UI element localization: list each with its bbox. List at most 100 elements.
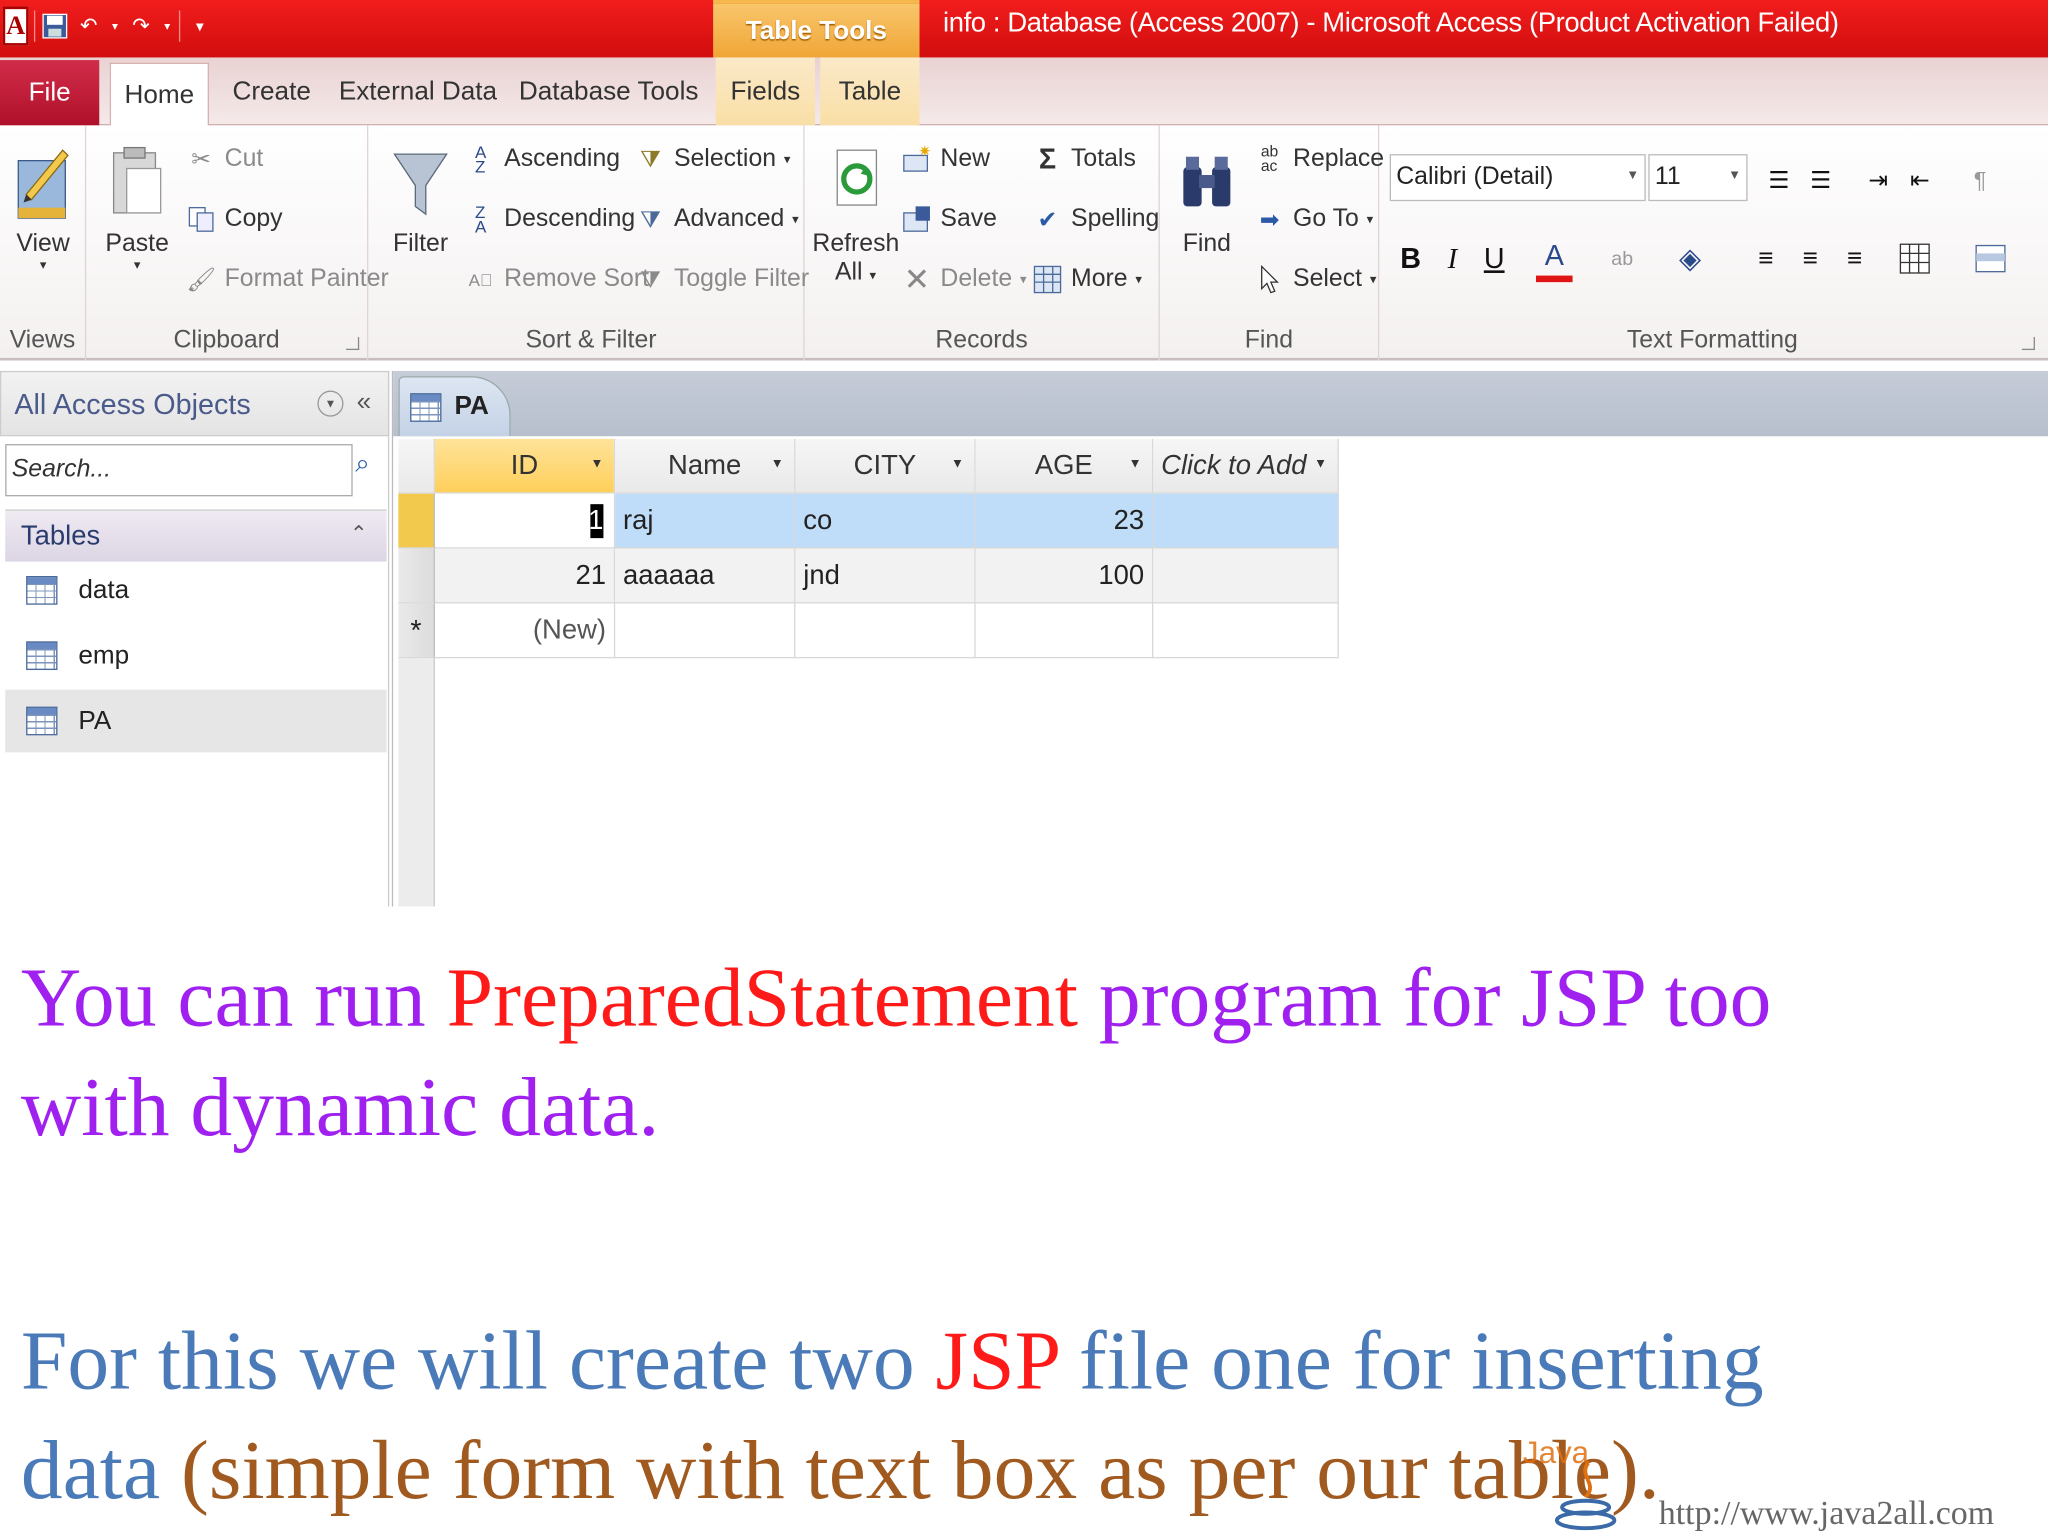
tab-external-data[interactable]: External Data [337,57,499,125]
select-button[interactable]: Select ▾ [1254,256,1376,303]
chevron-down-icon[interactable]: ▼ [1314,457,1327,471]
save-icon[interactable] [40,10,69,41]
align-left-icon[interactable]: ≡ [1748,235,1785,282]
fill-bucket-icon[interactable]: ◈ [1672,235,1709,282]
nav-search-input[interactable]: Search... [5,444,353,497]
cell-city[interactable]: co [795,493,976,549]
selection-button[interactable]: ⧩ Selection ▾ [635,136,791,183]
column-header-id[interactable]: ID ▼ [434,438,616,494]
tab-table[interactable]: Table [820,57,920,126]
cell-id[interactable]: 1 [434,493,616,549]
chevron-down-icon[interactable]: ▼ [1129,457,1142,471]
cell-empty[interactable] [975,603,1154,659]
toggle-filter-button[interactable]: ⧩ Toggle Filter [635,256,809,303]
gridlines-icon[interactable] [1896,235,1933,282]
cell-age[interactable]: 100 [975,548,1154,604]
search-icon[interactable]: ⌕ [355,449,386,491]
cell-empty[interactable] [615,603,796,659]
cell-city[interactable]: jnd [795,548,976,604]
nav-item-data[interactable]: data [5,559,386,622]
filter-button[interactable]: Filter [387,141,455,259]
remove-sort-button[interactable]: A⃠ Remove Sort [465,256,649,303]
access-app-icon[interactable]: A [2,6,29,46]
paragraph-direction-icon[interactable]: ¶ [1962,157,1999,204]
chevron-down-icon[interactable]: ▼ [771,457,784,471]
chevron-down-icon: ▾ [869,269,877,284]
cell-name[interactable]: raj [615,493,796,549]
redo-icon[interactable]: ↷ [127,10,156,41]
font-size-select[interactable]: 11 ▼ [1648,154,1748,202]
italic-icon[interactable]: I [1434,235,1471,282]
advanced-button[interactable]: ⧩ Advanced ▾ [635,196,799,243]
go-to-button[interactable]: ➡ Go To ▾ [1254,196,1374,243]
font-name-select[interactable]: Calibri (Detail) ▼ [1389,154,1646,202]
undo-dropdown-icon[interactable]: ▾ [108,10,121,41]
ascending-button[interactable]: AZ Ascending [465,136,620,183]
decrease-indent-icon[interactable]: ⇤ [1902,157,1939,204]
cell-id[interactable]: 21 [434,548,616,604]
redo-dropdown-icon[interactable]: ▾ [161,10,174,41]
nav-group-header[interactable]: Tables ⌃ [5,509,387,562]
collapse-pane-icon[interactable]: « [357,388,372,418]
increase-indent-icon[interactable]: ⇥ [1860,157,1897,204]
descending-button[interactable]: ZA Descending [465,196,635,243]
alternate-row-color-icon[interactable] [1972,235,2009,282]
save-record-button[interactable]: Save [901,196,997,243]
column-header-city[interactable]: CITY ▼ [795,438,976,494]
customize-qat-icon[interactable]: ▾ [185,10,214,41]
row-selector[interactable] [398,548,435,604]
save-label: Save [940,205,997,233]
column-header-age[interactable]: AGE ▼ [975,438,1154,494]
cell-empty[interactable] [1153,603,1339,659]
cell-empty[interactable] [1153,493,1339,549]
cell-empty[interactable] [795,603,976,659]
column-header-click-to-add[interactable]: Click to Add ▼ [1153,438,1339,494]
align-center-icon[interactable]: ≡ [1792,235,1829,282]
nav-item-emp[interactable]: emp [5,624,386,687]
numbering-icon[interactable]: ☰ [1802,157,1839,204]
refresh-all-button[interactable]: Refresh All ▾ [812,141,899,287]
spelling-button[interactable]: ✔ Spelling [1032,196,1160,243]
align-right-icon[interactable]: ≡ [1836,235,1873,282]
tab-file[interactable]: File [0,60,100,126]
undo-icon[interactable]: ↶ [74,10,103,41]
tab-database-tools[interactable]: Database Tools [517,57,700,125]
row-selector[interactable] [398,493,435,549]
cell-empty[interactable] [1153,548,1339,604]
bold-icon[interactable]: B [1392,235,1429,282]
nav-group-label: Tables [20,521,101,552]
bullets-icon[interactable]: ☰ [1761,157,1798,204]
paste-button[interactable]: Paste ▾ [99,141,175,273]
chevron-down-icon[interactable]: ▼ [317,390,344,417]
tab-fields[interactable]: Fields [715,57,816,126]
delete-record-button[interactable]: ✕ Delete ▾ [901,256,1027,303]
copy-button[interactable]: Copy [185,196,283,243]
new-record-button[interactable]: ✷ New [901,136,990,183]
dialog-launcher-icon[interactable] [346,336,360,351]
select-all-corner[interactable] [398,438,435,494]
totals-button[interactable]: Σ Totals [1032,136,1136,183]
find-button[interactable]: Find [1168,141,1246,259]
replace-button[interactable]: ab ac Replace [1254,136,1384,183]
tab-create[interactable]: Create [219,57,323,125]
highlight-icon[interactable]: ab [1604,235,1641,282]
font-color-icon[interactable]: A [1535,235,1573,283]
nav-item-pa[interactable]: PA [5,689,387,753]
format-painter-button[interactable]: 🖌 Format Painter [185,256,389,303]
collapse-group-icon[interactable]: ⌃ [350,521,368,547]
nav-pane-header[interactable]: All Access Objects ▼ « [0,370,390,437]
cell-id-new[interactable]: (New) [434,603,616,659]
more-button[interactable]: More ▾ [1032,256,1142,303]
cell-name[interactable]: aaaaaa [615,548,796,604]
chevron-down-icon[interactable]: ▼ [951,457,964,471]
dialog-launcher-icon[interactable] [2021,336,2035,351]
column-header-name[interactable]: Name ▼ [615,438,796,494]
cut-button[interactable]: ✂ Cut [185,136,263,183]
window-title: info : Database (Access 2007) - Microsof… [943,7,1839,38]
tab-home[interactable]: Home [109,62,209,127]
view-button[interactable]: View ▾ [5,141,81,273]
document-tab-pa[interactable]: PA [398,376,511,437]
underline-icon[interactable]: U [1476,235,1513,282]
cell-age[interactable]: 23 [975,493,1154,549]
chevron-down-icon[interactable]: ▼ [590,457,603,471]
